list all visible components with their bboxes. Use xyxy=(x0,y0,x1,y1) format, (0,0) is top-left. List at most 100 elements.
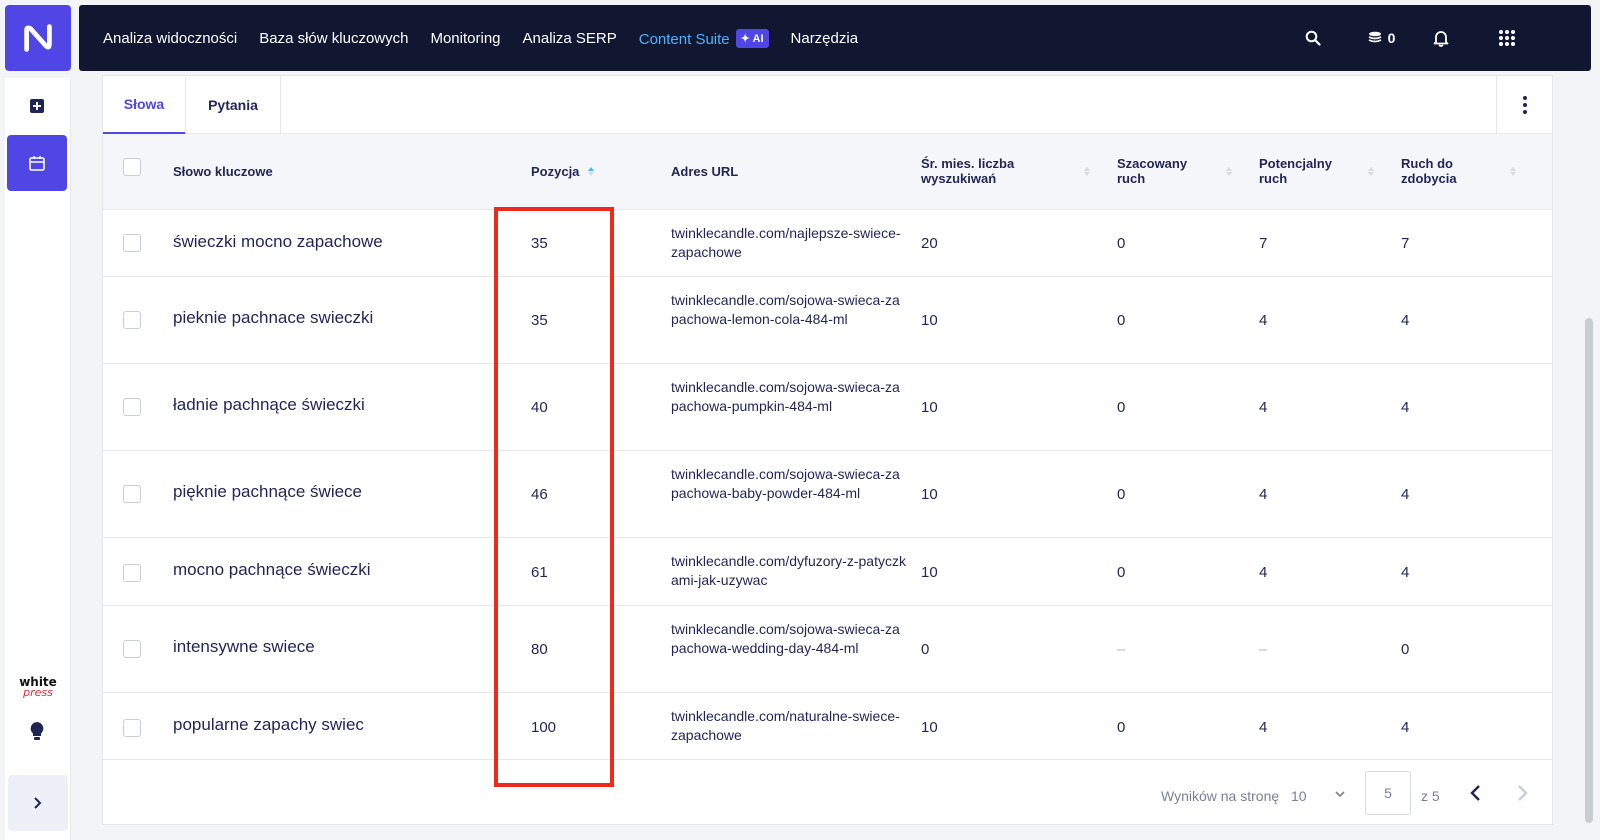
pagination-bar: Wyników na stronę 10 5 z 5 xyxy=(103,754,1552,826)
nav-content-suite-label: Content Suite xyxy=(638,30,730,48)
sort-icon[interactable] xyxy=(1083,165,1091,177)
next-page-icon[interactable] xyxy=(1515,784,1529,802)
potential-cell: 4 xyxy=(1259,486,1268,503)
table-row[interactable]: popularne zapachy swiec 100 twinklecandl… xyxy=(103,693,1552,760)
grid-apps-icon xyxy=(1499,30,1515,46)
potential-cell: 4 xyxy=(1259,312,1268,329)
nav-keyword-database[interactable]: Baza słów kluczowych xyxy=(259,30,408,47)
coins-icon xyxy=(1368,31,1381,43)
top-navigation: Analiza widoczności Baza słów kluczowych… xyxy=(79,5,1591,71)
est-traffic-cell: 0 xyxy=(1117,564,1126,581)
to-gain-cell: 7 xyxy=(1401,235,1410,252)
position-cell: 61 xyxy=(531,564,548,581)
row-checkbox[interactable] xyxy=(123,719,141,737)
select-all-checkbox[interactable] xyxy=(123,158,141,176)
row-checkbox[interactable] xyxy=(123,640,141,658)
expand-sidebar-button[interactable] xyxy=(8,775,68,831)
to-gain-cell: 4 xyxy=(1401,486,1410,503)
row-checkbox[interactable] xyxy=(123,234,141,252)
est-traffic-cell: 0 xyxy=(1117,312,1126,329)
row-checkbox[interactable] xyxy=(123,311,141,329)
url-link[interactable]: twinklecandle.com/sojowa-swieca-zapachow… xyxy=(671,291,906,329)
potential-cell: 4 xyxy=(1259,564,1268,581)
search-icon xyxy=(1305,30,1321,46)
notifications-button[interactable] xyxy=(1429,29,1453,47)
sidebar-item-calendar[interactable] xyxy=(7,135,67,191)
sort-icon[interactable] xyxy=(1367,165,1375,177)
table-row[interactable]: pięknie pachnące świece 46 twinklecandle… xyxy=(103,451,1552,538)
tips-button[interactable] xyxy=(7,703,67,759)
plus-square-icon xyxy=(30,99,44,113)
table-row[interactable]: świeczki mocno zapachowe 35 twinklecandl… xyxy=(103,210,1552,277)
nav-serp-analysis[interactable]: Analiza SERP xyxy=(523,30,617,47)
position-cell: 80 xyxy=(531,641,548,658)
header-position[interactable]: Pozycja xyxy=(531,164,579,179)
per-page-select[interactable]: 10 xyxy=(1291,788,1307,804)
to-gain-cell: 0 xyxy=(1401,641,1410,658)
credits-count: 0 xyxy=(1387,30,1396,46)
potential-cell: 4 xyxy=(1259,719,1268,736)
potential-cell: – xyxy=(1259,641,1268,658)
url-link[interactable]: twinklecandle.com/naturalne-swiece-zapac… xyxy=(671,707,906,745)
to-gain-cell: 4 xyxy=(1401,564,1410,581)
keyword-cell: intensywne swiece xyxy=(173,637,315,656)
est-traffic-cell: 0 xyxy=(1117,235,1126,252)
nav-content-suite[interactable]: Content Suite ✦ AI xyxy=(638,28,769,48)
position-cell: 100 xyxy=(531,719,557,736)
credits-button[interactable]: 0 xyxy=(1361,30,1401,46)
nav-visibility-analysis[interactable]: Analiza widoczności xyxy=(103,30,237,47)
header-keyword[interactable]: Słowo kluczowe xyxy=(173,164,273,179)
table-row[interactable]: pieknie pachnace swieczki 35 twinklecand… xyxy=(103,277,1552,364)
apps-menu-button[interactable] xyxy=(1495,29,1519,47)
row-checkbox[interactable] xyxy=(123,398,141,416)
nav-tools[interactable]: Narzędzia xyxy=(791,30,859,47)
sort-asc-icon[interactable] xyxy=(587,165,595,177)
page-scrollbar[interactable] xyxy=(1585,318,1593,823)
url-link[interactable]: twinklecandle.com/sojowa-swieca-zapachow… xyxy=(671,465,906,503)
tab-bar: Słowa Pytania xyxy=(103,76,1552,134)
searches-cell: 10 xyxy=(921,399,938,416)
to-gain-cell: 4 xyxy=(1401,399,1410,416)
header-url[interactable]: Adres URL xyxy=(671,164,738,179)
tab-words[interactable]: Słowa xyxy=(103,76,185,134)
potential-cell: 4 xyxy=(1259,399,1268,416)
table-row[interactable]: mocno pachnące świeczki 61 twinklecandle… xyxy=(103,538,1552,606)
tab-questions[interactable]: Pytania xyxy=(186,76,280,134)
header-potential-traffic[interactable]: Potencjalny ruch xyxy=(1259,156,1349,186)
position-cell: 35 xyxy=(531,312,548,329)
ai-badge: ✦ AI xyxy=(735,28,769,48)
calendar-icon xyxy=(29,156,45,171)
page-number-input[interactable]: 5 xyxy=(1365,771,1411,815)
keyword-cell: ładnie pachnące świeczki xyxy=(173,395,365,414)
search-button[interactable] xyxy=(1301,30,1325,46)
sort-icon[interactable] xyxy=(1509,165,1517,177)
total-pages: z 5 xyxy=(1421,788,1440,804)
prev-page-icon[interactable] xyxy=(1469,784,1483,802)
chevron-right-icon xyxy=(34,797,42,809)
url-link[interactable]: twinklecandle.com/sojowa-swieca-zapachow… xyxy=(671,378,906,416)
position-cell: 46 xyxy=(531,486,548,503)
row-checkbox[interactable] xyxy=(123,564,141,582)
searches-cell: 10 xyxy=(921,564,938,581)
whitepress-logo: white press xyxy=(19,675,57,699)
position-cell: 40 xyxy=(531,399,548,416)
header-avg-searches[interactable]: Śr. mies. liczba wyszukiwań xyxy=(921,156,1051,186)
table-row[interactable]: intensywne swiece 80 twinklecandle.com/s… xyxy=(103,606,1552,693)
searches-cell: 10 xyxy=(921,312,938,329)
url-link[interactable]: twinklecandle.com/sojowa-swieca-zapachow… xyxy=(671,620,906,658)
header-traffic-to-gain[interactable]: Ruch do zdobycia xyxy=(1401,156,1491,186)
url-link[interactable]: twinklecandle.com/dyfuzory-z-patyczkami-… xyxy=(671,552,906,590)
nav-monitoring[interactable]: Monitoring xyxy=(430,30,500,47)
more-options-button[interactable] xyxy=(1496,76,1552,134)
add-project-button[interactable] xyxy=(7,78,67,134)
row-checkbox[interactable] xyxy=(123,485,141,503)
url-link[interactable]: twinklecandle.com/najlepsze-swiece-zapac… xyxy=(671,224,906,262)
app-logo[interactable] xyxy=(5,5,71,71)
to-gain-cell: 4 xyxy=(1401,719,1410,736)
header-est-traffic[interactable]: Szacowany ruch xyxy=(1117,156,1207,186)
bell-icon xyxy=(1433,31,1449,47)
chevron-down-icon[interactable] xyxy=(1335,790,1345,798)
sort-icon[interactable] xyxy=(1225,165,1233,177)
table-row[interactable]: ładnie pachnące świeczki 40 twinklecandl… xyxy=(103,364,1552,451)
est-traffic-cell: 0 xyxy=(1117,719,1126,736)
